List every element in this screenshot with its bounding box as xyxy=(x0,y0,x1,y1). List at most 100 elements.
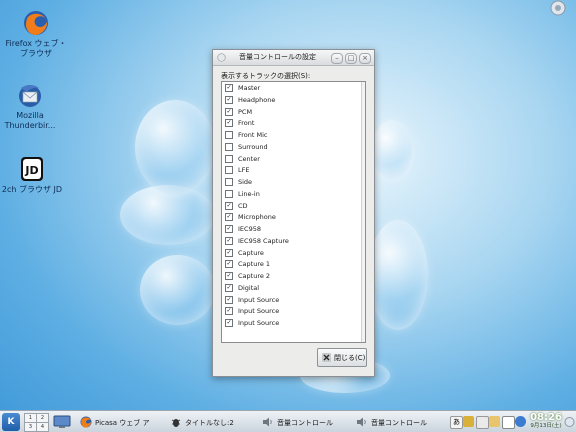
taskbar-task-picasa[interactable]: Picasa ウェブ ア xyxy=(80,414,156,430)
taskbar-task-volume-2[interactable]: 音量コントロール xyxy=(356,414,448,430)
track-checkbox[interactable] xyxy=(225,178,233,186)
track-checkbox[interactable]: ✓ xyxy=(225,295,233,304)
track-name: Headphone xyxy=(238,95,276,104)
input-method-icon[interactable]: あ xyxy=(450,416,463,429)
track-checkbox[interactable]: ✓ xyxy=(225,107,233,116)
track-item[interactable]: ✓ Input Source xyxy=(222,305,365,317)
panel-handle[interactable] xyxy=(564,414,575,430)
track-item[interactable]: Center xyxy=(222,153,365,165)
track-item[interactable]: ✓ Capture xyxy=(222,247,365,259)
track-checkbox[interactable]: ✓ xyxy=(225,95,233,104)
dialog-titlebar[interactable]: 音量コントロールの設定 – □ × xyxy=(213,50,374,66)
svg-text:JD: JD xyxy=(24,164,38,177)
pager-desktop-4[interactable]: 4 xyxy=(36,422,49,432)
desktop-corner-button[interactable] xyxy=(550,0,566,16)
track-checkbox[interactable] xyxy=(225,142,233,151)
desktop-icon-thunderbird[interactable]: Mozilla Thunderbir... xyxy=(0,82,66,131)
dialog-title: 音量コントロールの設定 xyxy=(239,53,316,61)
track-item[interactable]: ✓ Master xyxy=(222,82,365,94)
track-checkbox[interactable]: ✓ xyxy=(225,213,233,222)
close-button[interactable]: 閉じる(C) xyxy=(317,348,367,367)
track-item[interactable]: Surround xyxy=(222,141,365,153)
track-checkbox[interactable]: ✓ xyxy=(225,119,233,128)
track-item[interactable]: ✓ CD xyxy=(222,200,365,212)
track-item[interactable]: ✓ Microphone xyxy=(222,211,365,223)
track-selection-label: 表示するトラックの選択(S): xyxy=(221,72,311,80)
task-label: Picasa ウェブ ア xyxy=(95,419,150,427)
desktop-icon-jd[interactable]: JD 2ch ブラウザ JD xyxy=(0,156,68,195)
track-name: Capture 2 xyxy=(238,272,271,280)
track-checkbox[interactable]: ✓ xyxy=(225,225,233,233)
track-item[interactable]: Front Mic xyxy=(222,129,365,141)
track-name: Input Source xyxy=(238,307,280,316)
track-item[interactable]: ✓ PCM xyxy=(222,106,365,118)
track-name: Center xyxy=(238,154,260,163)
show-desktop-button[interactable] xyxy=(52,414,72,430)
update-icon[interactable] xyxy=(515,416,526,427)
track-item[interactable]: ✓ Capture 2 xyxy=(222,270,365,282)
track-item[interactable]: ✓ Digital xyxy=(222,282,365,294)
panel-hide-icon xyxy=(564,417,575,427)
track-checkbox[interactable]: ✓ xyxy=(225,307,233,316)
clock-time: 08:26 xyxy=(530,412,562,423)
track-checkbox[interactable]: ✓ xyxy=(225,260,233,269)
track-checkbox[interactable] xyxy=(225,189,233,198)
track-name: Surround xyxy=(238,142,268,151)
desktop-icon-label: 2ch ブラウザ JD xyxy=(1,185,63,194)
track-item[interactable]: ✓ IEC958 xyxy=(222,223,365,235)
track-item[interactable]: ✓ Capture 1 xyxy=(222,258,365,270)
keyboard-icon[interactable] xyxy=(463,416,474,427)
maximize-button[interactable]: □ xyxy=(345,53,357,64)
firefox-icon xyxy=(80,416,92,428)
track-name: CD xyxy=(238,201,248,210)
minimize-button[interactable]: – xyxy=(331,53,343,64)
folder-icon[interactable] xyxy=(489,416,500,427)
track-list[interactable]: ✓ Master ✓ Headphone ✓ PCM ✓ Front Front Mic Surr… xyxy=(221,81,366,343)
track-checkbox[interactable]: ✓ xyxy=(225,84,233,92)
taskbar-task-untitled[interactable]: タイトルなし:2 xyxy=(170,414,254,430)
track-item[interactable]: Line-in xyxy=(222,188,365,200)
clock-date: 9月13日(土) xyxy=(530,423,562,429)
window-menu-icon[interactable] xyxy=(217,53,226,62)
track-item[interactable]: ✓ Front xyxy=(222,117,365,129)
track-checkbox[interactable]: ✓ xyxy=(225,283,233,292)
track-name: Line-in xyxy=(238,189,260,198)
track-checkbox[interactable] xyxy=(225,154,233,163)
track-item[interactable]: ✓ Headphone xyxy=(222,94,365,106)
track-item[interactable]: ✓ IEC958 Capture xyxy=(222,235,365,247)
track-name: LFE xyxy=(238,166,250,175)
track-item[interactable]: ✓ Input Source xyxy=(222,294,365,306)
track-item[interactable]: ✓ Input Source xyxy=(222,317,365,329)
list-scrollbar[interactable] xyxy=(361,82,365,342)
task-label: タイトルなし:2 xyxy=(185,419,234,427)
track-checkbox[interactable]: ✓ xyxy=(225,236,233,245)
kde-icon: K xyxy=(7,417,15,427)
track-checkbox[interactable]: ✓ xyxy=(225,272,233,280)
track-name: Master xyxy=(238,84,261,92)
track-item[interactable]: LFE xyxy=(222,164,365,176)
clipboard-icon[interactable] xyxy=(476,416,489,429)
task-label: 音量コントロール xyxy=(371,419,427,427)
track-name: Front Mic xyxy=(238,131,268,139)
taskbar-task-volume-1[interactable]: 音量コントロール xyxy=(262,414,354,430)
wallpaper-bubble xyxy=(140,255,215,325)
jd-browser-icon: JD xyxy=(19,156,45,182)
speaker-icon xyxy=(263,417,272,427)
track-name: Digital xyxy=(238,283,260,292)
track-checkbox[interactable] xyxy=(225,166,233,175)
kde-menu-button[interactable]: K xyxy=(2,413,20,431)
track-item[interactable]: Side xyxy=(222,176,365,188)
mail-icon[interactable] xyxy=(502,416,515,429)
track-checkbox[interactable]: ✓ xyxy=(225,319,233,327)
desktop-pager: 1 2 3 4 xyxy=(24,413,49,432)
track-name: Side xyxy=(238,178,253,186)
track-checkbox[interactable]: ✓ xyxy=(225,201,233,210)
monitor-icon xyxy=(53,415,71,428)
clock[interactable]: 08:26 9月13日(土) xyxy=(528,412,564,430)
track-checkbox[interactable]: ✓ xyxy=(225,248,233,257)
close-window-button[interactable]: × xyxy=(359,53,371,64)
track-name: IEC958 Capture xyxy=(238,236,289,245)
track-checkbox[interactable] xyxy=(225,131,233,139)
desktop-icon-firefox[interactable]: Firefox ウェブ・ ブラウザ xyxy=(0,10,72,59)
desktop-icon-label: Firefox ウェブ・ ブラウザ xyxy=(5,39,67,58)
